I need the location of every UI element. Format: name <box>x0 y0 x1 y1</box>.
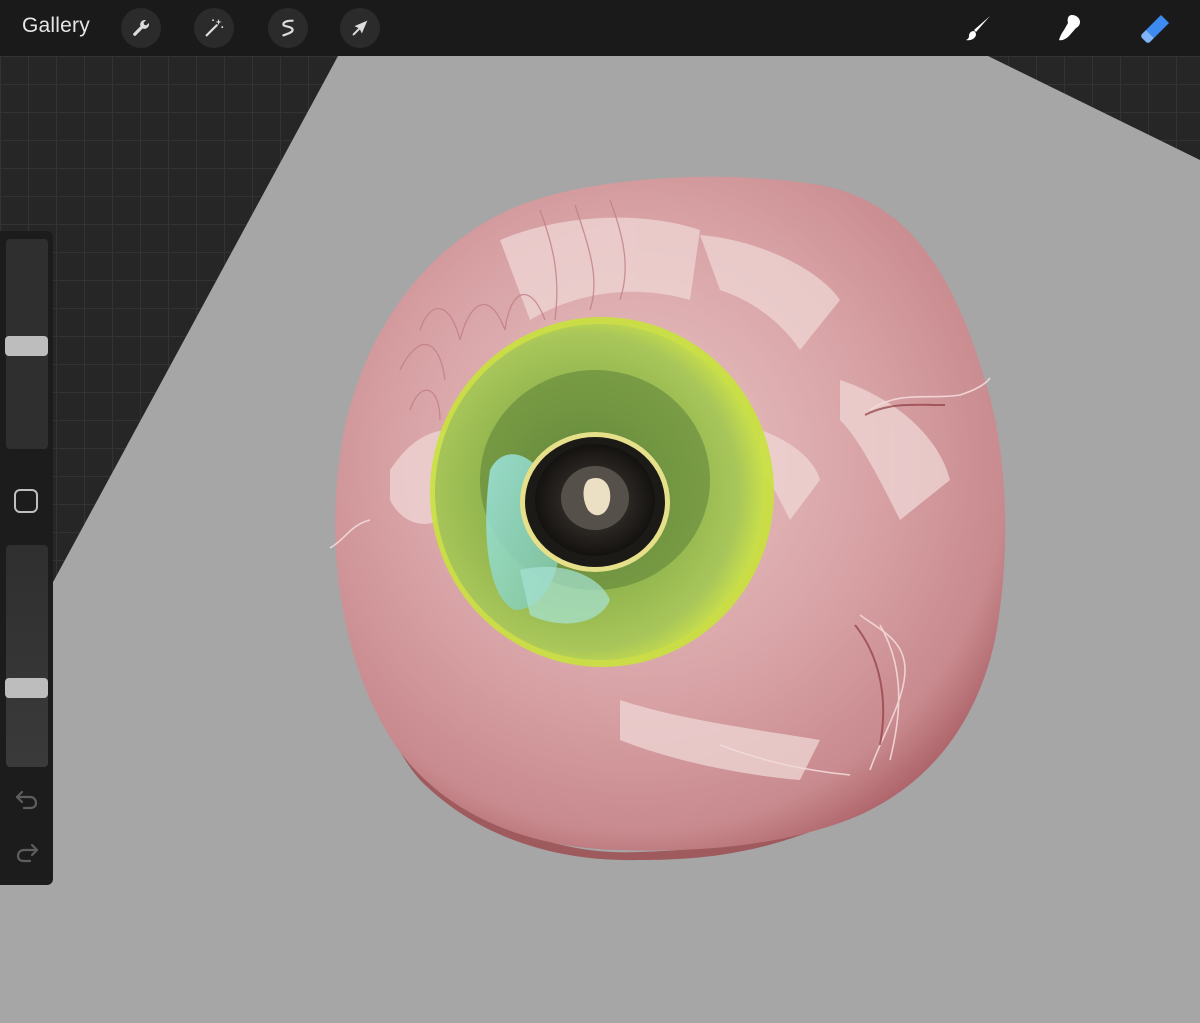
paint-tool-button[interactable] <box>958 8 998 48</box>
brush-opacity-slider[interactable] <box>6 545 48 767</box>
transform-button[interactable] <box>340 8 380 48</box>
transform-arrow-icon <box>352 20 368 36</box>
brush-size-handle[interactable] <box>5 335 48 356</box>
wrench-icon <box>133 20 149 36</box>
selection-button[interactable] <box>268 8 308 48</box>
gallery-button[interactable]: Gallery <box>22 14 90 38</box>
top-toolbar: Gallery <box>0 0 1200 56</box>
redo-icon[interactable] <box>14 841 40 863</box>
adjustments-button[interactable] <box>194 8 234 48</box>
brush-opacity-handle[interactable] <box>5 678 48 699</box>
smudge-icon <box>1059 15 1080 41</box>
smudge-tool-button[interactable] <box>1049 8 1089 48</box>
selection-icon <box>282 19 294 37</box>
magic-wand-icon <box>205 18 224 37</box>
actions-button[interactable] <box>121 8 161 48</box>
undo-icon[interactable] <box>14 788 40 810</box>
drawing-canvas[interactable] <box>0 0 1200 1023</box>
left-sidebar <box>0 231 53 885</box>
eraser-tool-button[interactable] <box>1136 8 1176 48</box>
brush-icon <box>966 16 990 41</box>
square-icon[interactable] <box>14 489 38 513</box>
eraser-icon <box>1141 15 1169 43</box>
